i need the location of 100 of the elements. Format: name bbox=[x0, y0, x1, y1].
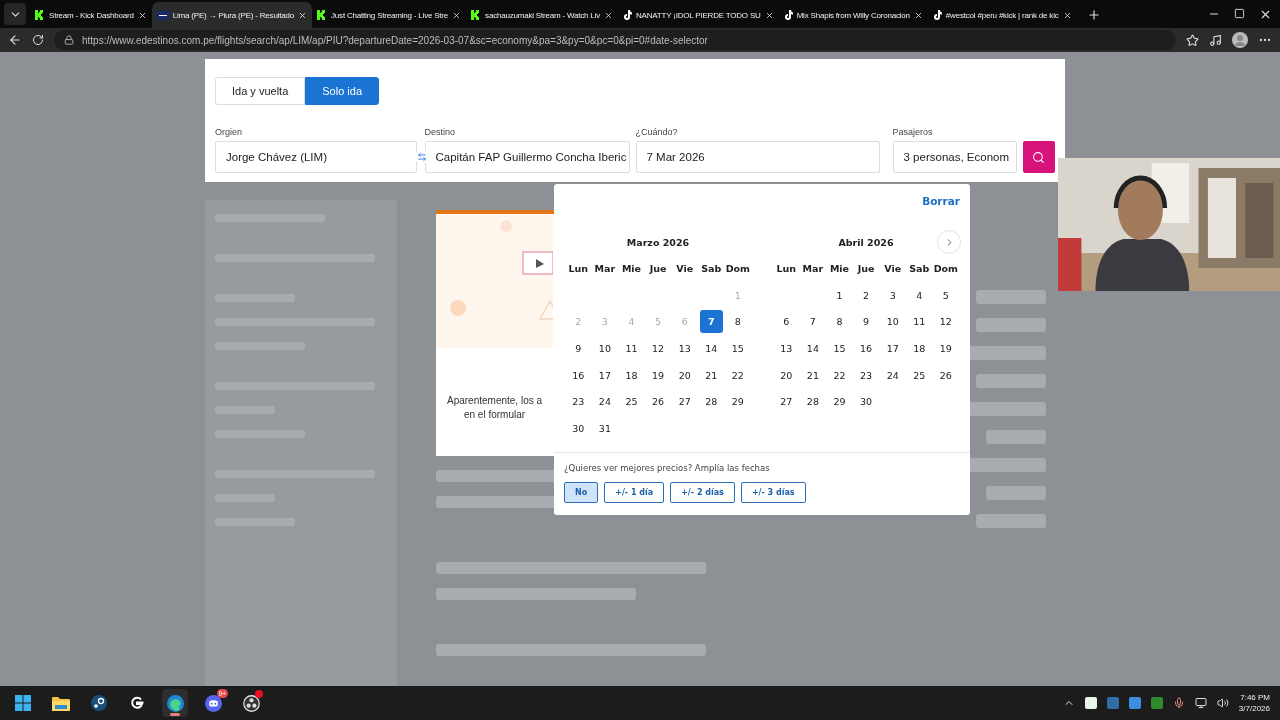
close-icon[interactable] bbox=[298, 10, 308, 20]
browser-tab[interactable]: sachauzumaki Stream - Watch Liv bbox=[466, 2, 618, 28]
flex-date-button[interactable]: +/- 1 día bbox=[604, 482, 665, 503]
browser-tab[interactable]: Mix Shapis from Willy Coronacion bbox=[778, 2, 928, 28]
flex-date-button[interactable]: +/- 2 días bbox=[670, 482, 735, 503]
input-field[interactable]: 3 personas, Econom bbox=[892, 141, 1017, 173]
favorite-icon[interactable] bbox=[1186, 33, 1199, 47]
trip-type-button[interactable]: Ida y vuelta bbox=[215, 77, 306, 105]
calendar-day[interactable]: 17 bbox=[593, 363, 617, 387]
calendar-day[interactable]: 7 bbox=[699, 310, 723, 334]
calendar-day[interactable]: 20 bbox=[775, 363, 798, 387]
network-icon[interactable] bbox=[1194, 697, 1207, 709]
refresh-icon[interactable] bbox=[32, 34, 44, 46]
calendar-day[interactable]: 23 bbox=[567, 390, 590, 414]
address-bar[interactable]: https://www.edestinos.com.pe/flights/search/ap/LIM/ap/PIU?departureDate=2026-03-07&sc=economy&pa=3&py=0&pc=0&pi=0#date-selector bbox=[54, 30, 1176, 50]
close-icon[interactable] bbox=[137, 10, 147, 20]
search-button[interactable] bbox=[1022, 141, 1055, 173]
input-field[interactable]: Jorge Chávez (LIM) bbox=[215, 141, 417, 173]
calendar-day[interactable]: 17 bbox=[881, 337, 904, 360]
input-field[interactable]: Capitán FAP Guillermo Concha Iberic bbox=[424, 141, 630, 173]
message-text: en el formular bbox=[463, 408, 526, 422]
calendar-day[interactable]: 12 bbox=[646, 337, 670, 360]
back-icon[interactable] bbox=[8, 33, 22, 47]
weekday-label: Jue bbox=[856, 261, 876, 276]
calendar-day[interactable]: 11 bbox=[620, 337, 643, 360]
flex-date-button[interactable]: No bbox=[564, 482, 599, 503]
close-icon[interactable] bbox=[913, 10, 923, 20]
calendar-day[interactable]: 26 bbox=[646, 390, 670, 414]
calendar-day[interactable]: 9 bbox=[854, 310, 878, 334]
tab-list-button[interactable] bbox=[4, 3, 26, 25]
volume-icon[interactable] bbox=[1216, 697, 1229, 709]
calendar-day[interactable]: 25 bbox=[620, 390, 643, 414]
input-field[interactable]: 7 Mar 2026 bbox=[635, 141, 880, 173]
flex-date-button[interactable]: +/- 3 días bbox=[740, 482, 806, 503]
calendar-day[interactable]: 18 bbox=[907, 337, 931, 360]
browser-tab[interactable]: Stream - Kick Dashboard bbox=[30, 2, 152, 28]
calendar-day[interactable]: 10 bbox=[593, 337, 617, 360]
calendar-day[interactable]: 8 bbox=[726, 310, 750, 334]
calendar-day[interactable]: 13 bbox=[673, 337, 696, 360]
calendar-day[interactable]: 9 bbox=[567, 337, 590, 360]
calendar-day[interactable]: 29 bbox=[726, 390, 750, 414]
calendar-day[interactable]: 31 bbox=[593, 417, 617, 440]
calendar-day[interactable]: 2 bbox=[854, 283, 878, 307]
calendar-day[interactable]: 16 bbox=[854, 337, 878, 360]
calendar-day[interactable]: 16 bbox=[567, 363, 590, 387]
close-icon[interactable] bbox=[452, 10, 462, 20]
trip-type-button[interactable]: Solo ida bbox=[305, 77, 380, 105]
browser-tab[interactable]: Lima (PE) → Piura (PE) - Resultado bbox=[151, 2, 313, 28]
calendar-day[interactable]: 22 bbox=[828, 363, 851, 387]
close-icon[interactable] bbox=[764, 10, 774, 20]
browser-tab[interactable]: NANATTY ¡IDOL PIERDE TODO SU bbox=[618, 2, 779, 28]
calendar-day[interactable]: 4 bbox=[907, 283, 931, 307]
weekday-label: Mar bbox=[593, 261, 617, 276]
clear-link[interactable]: Borrar bbox=[922, 195, 960, 207]
calendar-day[interactable]: 10 bbox=[881, 310, 904, 334]
calendar-day[interactable]: 28 bbox=[801, 390, 825, 414]
close-icon[interactable] bbox=[1062, 10, 1072, 20]
calendar-day[interactable]: 1 bbox=[828, 283, 851, 307]
calendar-day[interactable]: 19 bbox=[646, 363, 670, 387]
calendar-day[interactable]: 24 bbox=[593, 390, 617, 414]
calendar-day[interactable]: 15 bbox=[726, 337, 750, 360]
calendar-day[interactable]: 22 bbox=[726, 363, 750, 387]
calendar-day[interactable]: 30 bbox=[567, 417, 590, 440]
calendar-day[interactable]: 21 bbox=[801, 363, 825, 387]
calendar-day[interactable]: 25 bbox=[907, 363, 931, 387]
weekday-label: Mie bbox=[620, 261, 643, 276]
calendar-day[interactable]: 27 bbox=[775, 390, 798, 414]
calendar-day[interactable]: 13 bbox=[775, 337, 798, 360]
calendar-day[interactable]: 5 bbox=[934, 283, 958, 307]
browser-tab[interactable]: Just Chatting Streaming - Live Stre bbox=[312, 2, 467, 28]
calendar-day[interactable]: 19 bbox=[934, 337, 958, 360]
browser-tab[interactable]: #westcol #peru #kick | rank de kic bbox=[927, 2, 1077, 28]
calendar-day[interactable]: 30 bbox=[854, 390, 878, 414]
profile-avatar-icon[interactable] bbox=[1232, 32, 1248, 48]
taskbar-app[interactable] bbox=[162, 689, 188, 717]
new-tab-icon[interactable] bbox=[1086, 8, 1101, 22]
calendar-day[interactable]: 11 bbox=[907, 310, 931, 334]
microphone-icon[interactable] bbox=[1172, 697, 1185, 709]
maximize-icon[interactable] bbox=[1234, 7, 1245, 19]
calendar-day[interactable]: 18 bbox=[620, 363, 643, 387]
calendar-day[interactable]: 27 bbox=[673, 390, 696, 414]
calendar-day[interactable]: 12 bbox=[934, 310, 958, 334]
calendar-day[interactable]: 3 bbox=[881, 283, 904, 307]
media-icon[interactable] bbox=[1209, 33, 1222, 47]
calendar-day[interactable]: 29 bbox=[828, 390, 851, 414]
calendar-day[interactable]: 26 bbox=[934, 363, 958, 387]
calendar-day[interactable]: 15 bbox=[828, 337, 851, 360]
calendar-day[interactable]: 7 bbox=[801, 310, 825, 334]
tray-app-icon[interactable] bbox=[1084, 697, 1097, 709]
calendar-day[interactable]: 20 bbox=[673, 363, 696, 387]
calendar-day[interactable]: 6 bbox=[775, 310, 798, 334]
calendar-day[interactable]: 28 bbox=[699, 390, 723, 414]
calendar-day[interactable]: 14 bbox=[699, 337, 723, 360]
calendar-day[interactable]: 21 bbox=[699, 363, 723, 387]
calendar-day[interactable]: 24 bbox=[881, 363, 904, 387]
clock[interactable]: 7:46 PM 3/7/2026 bbox=[1238, 693, 1270, 713]
calendar-day[interactable]: 8 bbox=[828, 310, 851, 334]
close-icon[interactable] bbox=[604, 10, 613, 20]
calendar-day[interactable]: 23 bbox=[854, 363, 878, 387]
calendar-day[interactable]: 14 bbox=[801, 337, 825, 360]
